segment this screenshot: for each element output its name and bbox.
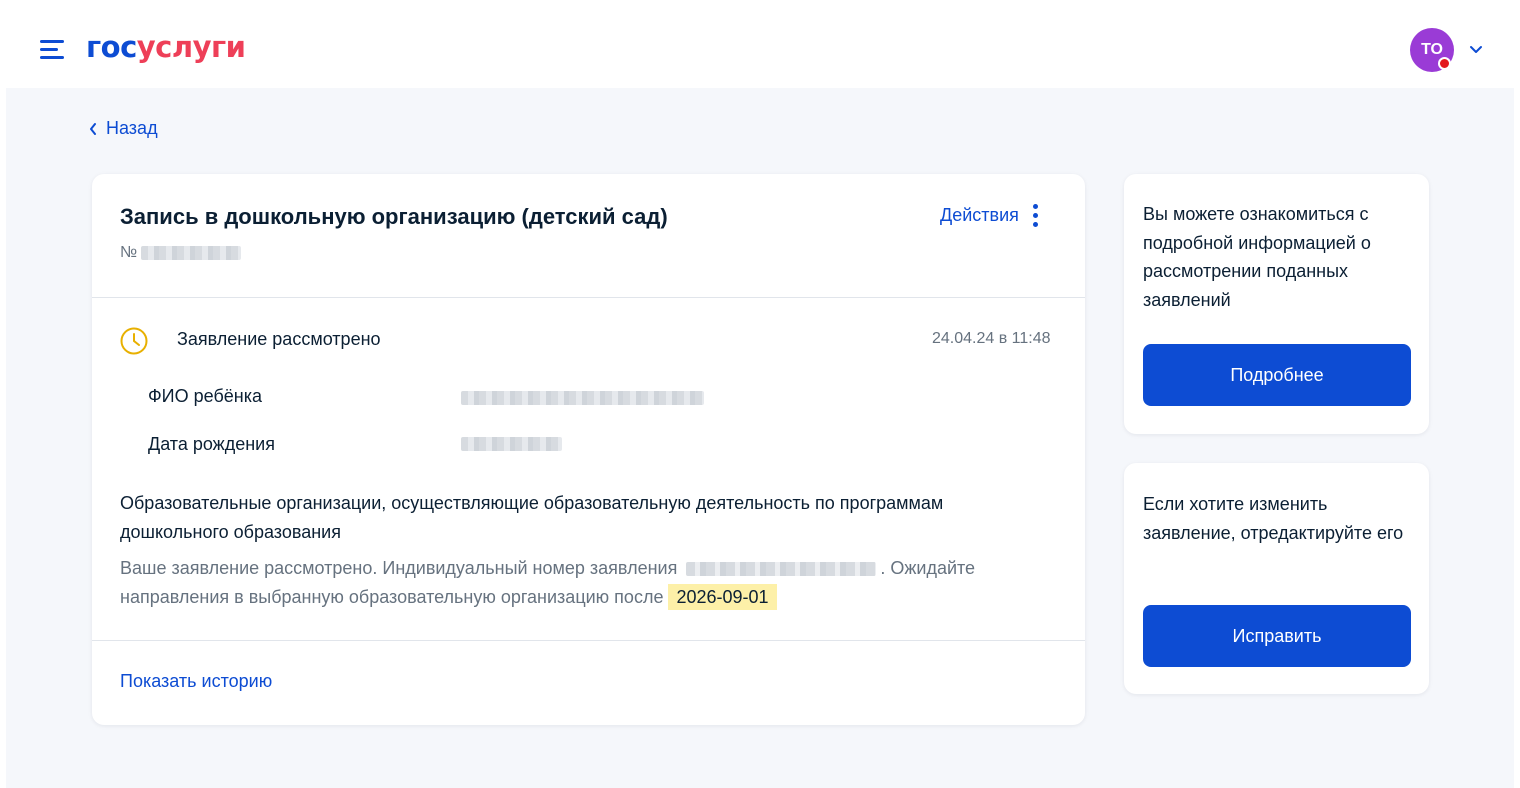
field-label-birth-date: Дата рождения: [148, 434, 275, 454]
individual-number-redacted: [686, 562, 877, 577]
birth-date-redacted: [461, 437, 562, 451]
chevron-left-icon: [90, 122, 96, 135]
direction-date: 2026-09-01: [668, 584, 777, 610]
clock-icon: [120, 327, 148, 355]
info-card-text: Вы можете ознакомиться с подробной инфор…: [1143, 204, 1371, 310]
number-prefix: №: [120, 244, 138, 261]
more-vertical-icon: [1032, 204, 1038, 227]
logo-text-part1: гос: [86, 30, 137, 64]
back-link-label: Назад: [106, 118, 158, 138]
edit-button[interactable]: Исправить: [1143, 605, 1411, 667]
application-title: Запись в дошкольную организацию (детский…: [120, 204, 668, 229]
chevron-down-icon[interactable]: [1468, 44, 1484, 56]
child-name-redacted: [461, 391, 704, 405]
show-history-link[interactable]: Показать историю: [120, 671, 272, 692]
field-label-child-name: ФИО ребёнка: [148, 386, 262, 406]
avatar-initials: ТО: [1421, 41, 1443, 58]
note-text-part1: Ваше заявление рассмотрено. Индивидуальн…: [120, 558, 678, 578]
menu-icon[interactable]: [40, 38, 66, 60]
edit-card-text: Если хотите изменить заявление, отредакт…: [1143, 494, 1404, 543]
footer-divider: [92, 640, 1085, 641]
status-datetime: 24.04.24 в 11:48: [932, 330, 1051, 347]
back-link[interactable]: Назад: [88, 118, 158, 139]
notification-dot: [1438, 57, 1451, 70]
details-button[interactable]: Подробнее: [1143, 344, 1411, 406]
actions-label: Действия: [940, 205, 1019, 225]
organizations-text: Образовательные организации, осуществляю…: [120, 493, 944, 542]
top-header: госуслуги ТО: [0, 0, 1520, 88]
actions-button[interactable]: Действия: [940, 204, 1038, 227]
header-divider: [92, 297, 1085, 298]
status-text: Заявление рассмотрено: [177, 329, 381, 349]
gosuslugi-logo[interactable]: госуслуги: [86, 30, 246, 64]
application-number: №: [120, 244, 242, 262]
application-number-redacted: [141, 246, 242, 260]
logo-text-part2: услуги: [136, 30, 246, 64]
status-note: Ваше заявление рассмотрено. Индивидуальн…: [120, 554, 1040, 612]
